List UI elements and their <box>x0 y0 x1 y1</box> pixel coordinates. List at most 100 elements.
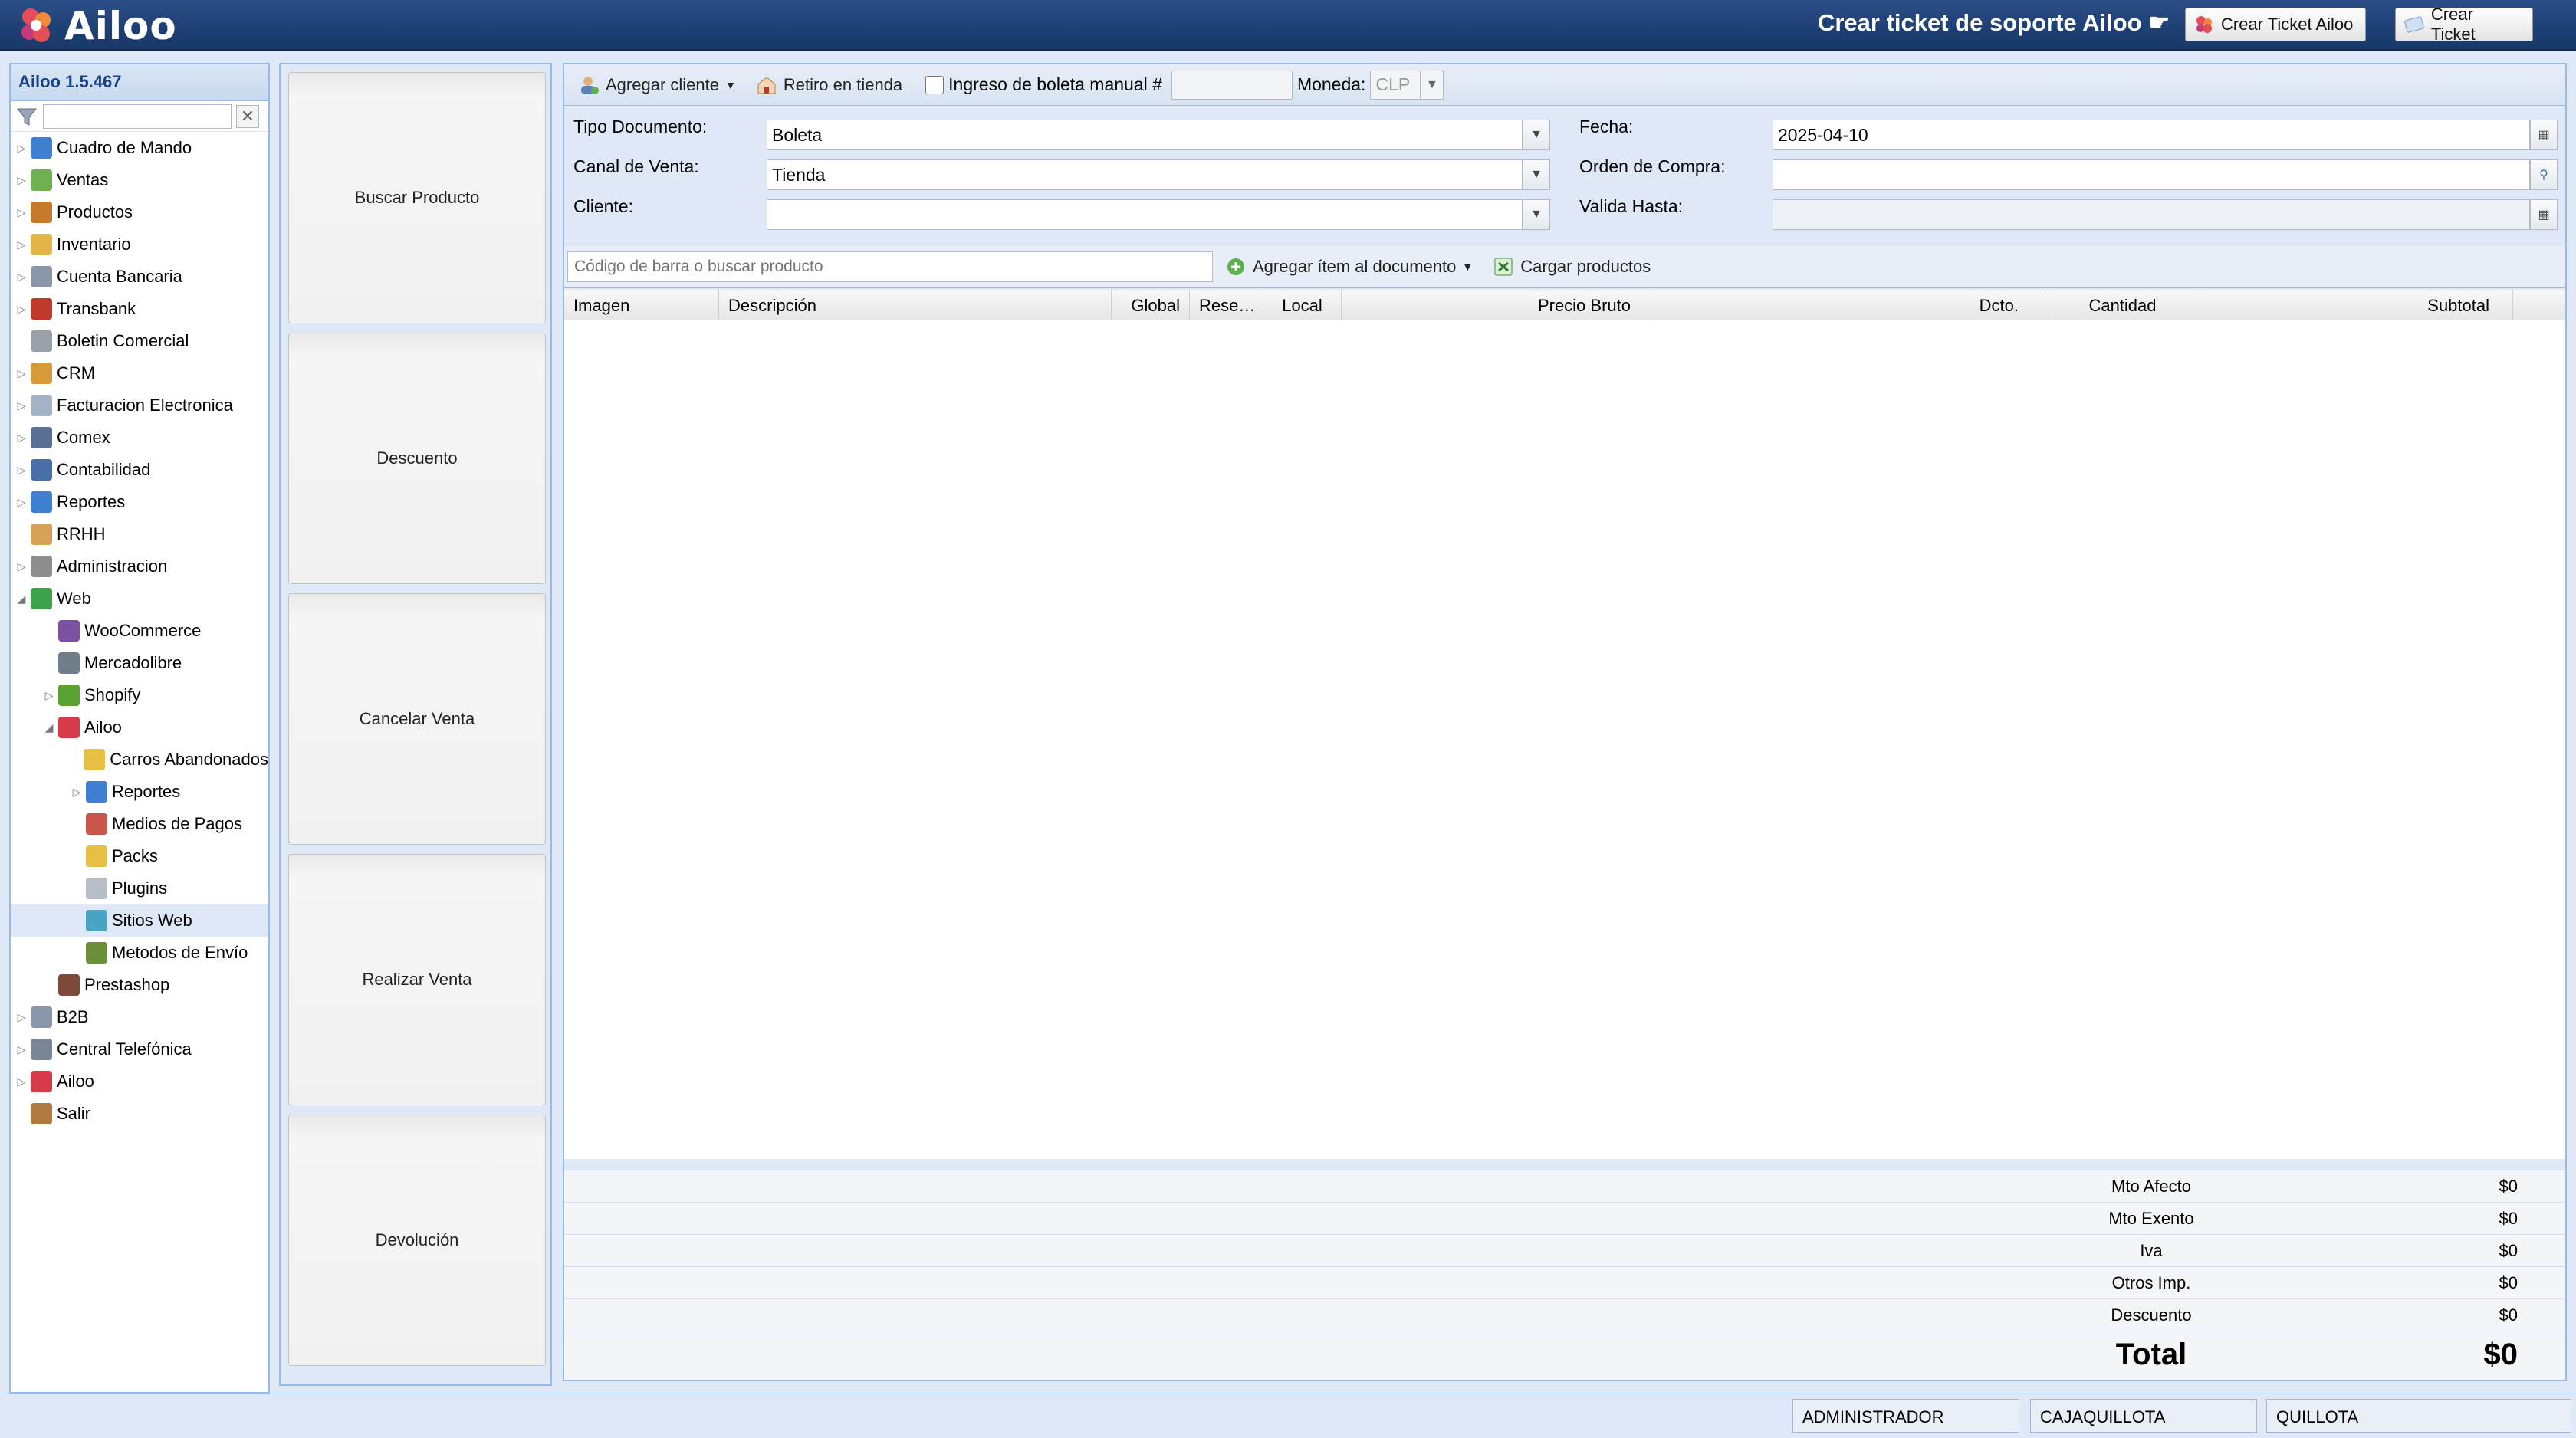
canal-venta-dropdown-icon[interactable]: ▼ <box>1523 159 1550 190</box>
nav-item[interactable]: ▷ Ailoo <box>11 1065 268 1098</box>
crear-ticket-ailoo-label: Crear Ticket Ailoo <box>2221 15 2354 34</box>
clear-filter-icon[interactable]: ✕ <box>236 104 259 128</box>
column-subtotal[interactable]: Subtotal <box>2200 290 2513 320</box>
column-descripcion[interactable]: Descripción <box>719 290 1112 320</box>
nav-item[interactable]: Boletin Comercial <box>11 325 268 357</box>
nav-item[interactable]: ▷ Shopify <box>11 679 268 711</box>
cliente-field[interactable] <box>767 199 1523 230</box>
nav-filter-input[interactable] <box>43 103 232 129</box>
expander-icon[interactable]: ▷ <box>15 206 28 219</box>
buscar-producto-button[interactable]: Buscar Producto <box>288 72 546 323</box>
tipo-documento-field[interactable]: Boleta <box>767 120 1523 150</box>
fecha-label: Fecha: <box>1579 117 1634 136</box>
expander-icon[interactable]: ▷ <box>15 271 28 284</box>
nav-item[interactable]: Prestashop <box>11 969 268 1001</box>
nav-item[interactable]: Plugins <box>11 872 268 904</box>
nav-item[interactable]: ▷ Cuadro de Mando <box>11 132 268 164</box>
add-item-button[interactable]: Agregar ítem al documento ▼ <box>1217 253 1480 281</box>
expander-icon[interactable]: ▷ <box>15 560 28 573</box>
expander-icon[interactable]: ▷ <box>15 1011 28 1024</box>
column-imagen[interactable]: Imagen <box>564 290 719 320</box>
column-cantidad[interactable]: Cantidad <box>2045 290 2200 320</box>
expander-icon[interactable]: ▷ <box>15 1075 28 1088</box>
expander-icon[interactable]: ▷ <box>15 174 28 187</box>
valida-hasta-field[interactable] <box>1773 199 2530 230</box>
filter-icon[interactable] <box>15 105 38 128</box>
nav-item-icon <box>31 169 52 191</box>
nav-item[interactable]: ▷ Administracion <box>11 550 268 583</box>
add-client-button[interactable]: Agregar cliente ▼ <box>570 71 744 99</box>
total-row-descuento: Descuento $0 <box>564 1299 2565 1331</box>
calendar-icon[interactable]: ▦ <box>2530 120 2558 150</box>
expander-icon[interactable]: ▷ <box>43 689 55 702</box>
column-global[interactable]: Global <box>1112 290 1190 320</box>
product-search-input[interactable] <box>567 251 1213 282</box>
nav-item-label: Ventas <box>57 170 109 189</box>
expander-icon[interactable]: ◢ <box>15 593 28 606</box>
nav-item[interactable]: ▷ Inventario <box>11 228 268 261</box>
column-reservado[interactable]: Rese… <box>1190 290 1263 320</box>
nav-item[interactable]: ▷ B2B <box>11 1001 268 1033</box>
nav-item[interactable]: ▷ CRM <box>11 357 268 389</box>
column-precio-bruto[interactable]: Precio Bruto <box>1342 290 1654 320</box>
cliente-dropdown-icon[interactable]: ▼ <box>1523 199 1550 230</box>
nav-item[interactable]: Salir <box>11 1098 268 1130</box>
nav-item-icon <box>31 1103 52 1124</box>
nav-item[interactable]: ▷ Reportes <box>11 776 268 808</box>
expander-icon[interactable]: ▷ <box>15 238 28 251</box>
nav-item[interactable]: ▷ Central Telefónica <box>11 1033 268 1065</box>
column-local[interactable]: Local <box>1263 290 1342 320</box>
nav-item[interactable]: ▷ Facturacion Electronica <box>11 389 268 422</box>
expander-icon[interactable]: ▷ <box>15 399 28 412</box>
add-item-label: Agregar ítem al documento <box>1253 256 1457 276</box>
nav-item[interactable]: RRHH <box>11 518 268 550</box>
nav-item[interactable]: Mercadolibre <box>11 647 268 679</box>
nav-item[interactable]: ▷ Contabilidad <box>11 454 268 486</box>
nav-item[interactable]: ▷ Comex <box>11 422 268 454</box>
moneda-select[interactable]: CLP ▼ <box>1370 70 1444 100</box>
orden-compra-field[interactable] <box>1773 159 2530 190</box>
nav-item[interactable]: ▷ Reportes <box>11 486 268 518</box>
nav-item[interactable]: ◢ Ailoo <box>11 711 268 744</box>
realizar-venta-button[interactable]: Realizar Venta <box>288 854 546 1105</box>
ailoo-logo-icon <box>21 8 51 42</box>
calendar-icon[interactable]: ▦ <box>2530 199 2558 230</box>
nav-item[interactable]: ◢ Web <box>11 583 268 615</box>
expander-icon[interactable]: ▷ <box>15 303 28 316</box>
nav-item[interactable]: ▷ Cuenta Bancaria <box>11 261 268 293</box>
nav-item-label: Carros Abandonados <box>110 750 268 769</box>
column-descuento[interactable]: Dcto. <box>1654 290 2045 320</box>
descuento-value: $0 <box>2499 1305 2518 1325</box>
devolucion-button[interactable]: Devolución <box>288 1115 546 1366</box>
nav-item[interactable]: Sitios Web <box>11 904 268 937</box>
nav-item[interactable]: Medios de Pagos <box>11 808 268 840</box>
expander-icon[interactable]: ▷ <box>15 142 28 155</box>
load-products-button[interactable]: Cargar productos <box>1485 253 1658 281</box>
expander-icon[interactable]: ▷ <box>15 432 28 445</box>
crear-ticket-ailoo-button[interactable]: Crear Ticket Ailoo <box>2185 8 2366 41</box>
canal-venta-field[interactable]: Tienda <box>767 159 1523 190</box>
nav-item[interactable]: ▷ Productos <box>11 196 268 228</box>
nav-item[interactable]: Packs <box>11 840 268 872</box>
document-toolbar: Agregar cliente ▼ Retiro en tienda Ingre… <box>564 64 2565 106</box>
fecha-field[interactable]: 2025-04-10 <box>1773 120 2530 150</box>
expander-icon[interactable]: ▷ <box>15 464 28 477</box>
nav-item[interactable]: Carros Abandonados <box>11 744 268 776</box>
retiro-en-tienda-button[interactable]: Retiro en tienda <box>748 71 910 99</box>
nav-item[interactable]: ▷ Ventas <box>11 164 268 196</box>
nav-item[interactable]: WooCommerce <box>11 615 268 647</box>
expander-icon[interactable]: ▷ <box>71 786 83 799</box>
expander-icon[interactable]: ◢ <box>43 721 55 734</box>
tipo-documento-dropdown-icon[interactable]: ▼ <box>1523 120 1550 150</box>
search-icon[interactable]: ⚲ <box>2530 159 2558 190</box>
cancelar-venta-button[interactable]: Cancelar Venta <box>288 593 546 845</box>
descuento-button[interactable]: Descuento <box>288 333 546 584</box>
nav-item[interactable]: Metodos de Envío <box>11 937 268 969</box>
expander-icon[interactable]: ▷ <box>15 1043 28 1056</box>
crear-ticket-button[interactable]: Crear Ticket <box>2395 5 2533 44</box>
nav-item[interactable]: ▷ Transbank <box>11 293 268 325</box>
manual-boleta-checkbox[interactable] <box>925 75 945 94</box>
expander-icon[interactable]: ▷ <box>15 496 28 509</box>
manual-boleta-number-input[interactable] <box>1171 70 1293 100</box>
expander-icon[interactable]: ▷ <box>15 367 28 380</box>
